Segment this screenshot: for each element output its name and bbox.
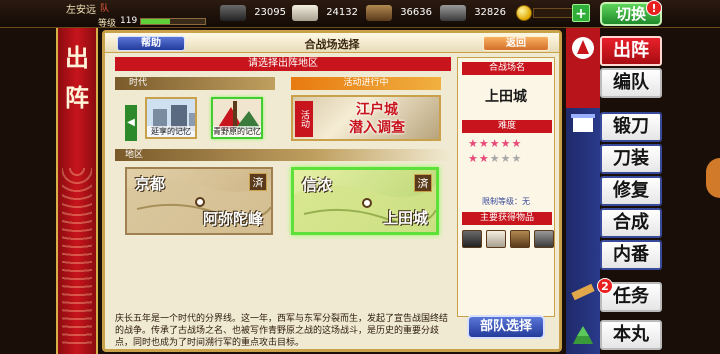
map-card-shinano[interactable]: 信浓 済 上田城 (291, 167, 439, 235)
exp-fill (141, 19, 170, 24)
steel-icon (292, 5, 318, 21)
era-caption: 青野原的记忆 (213, 126, 261, 137)
top-bar: 左安远 队 等级 119 23095 24132 36636 32826 + 切… (0, 0, 720, 29)
resource-value: 36636 (400, 7, 432, 18)
cooling-material-item-icon (510, 230, 530, 248)
star-filled-icon: ★ (468, 137, 479, 150)
whetstone-icon (440, 5, 466, 21)
resource-whetstone: 32826 (440, 4, 506, 24)
map-province: 信浓 (302, 176, 333, 194)
difficulty-header: 难度 (462, 120, 552, 133)
star-empty-icon: ★ (500, 152, 512, 165)
charcoal-icon (220, 5, 246, 21)
info-header: 合战场名 (462, 62, 552, 75)
level-limit: 限制等级：无 (482, 197, 530, 206)
missions-badge: 2 (597, 278, 613, 294)
back-button[interactable]: 返回 (483, 36, 549, 51)
help-button[interactable]: 帮助 (117, 36, 185, 51)
era-description: 庆长五年是一个时代的分界线。这一年，西军与东军分裂而生，发起了宣告战国终结的战争… (115, 314, 449, 348)
event-title: 江户城 潜入调查 (317, 101, 437, 137)
switch-alert-badge: ! (646, 0, 662, 16)
castle-icon (573, 326, 593, 344)
difficulty-stars-row2: ★★★★★ (468, 153, 548, 165)
resource-cooling: 36636 (366, 4, 432, 24)
era-section-label: 时代 (115, 77, 275, 90)
event-banner[interactable]: 活动 江户城 潜入调查 (291, 95, 441, 141)
event-tag: 活动 (295, 101, 313, 137)
cleared-badge: 済 (414, 174, 432, 192)
edge-tab-button[interactable] (706, 158, 720, 198)
event-section-label: 活动进行中 (291, 77, 441, 90)
era-caption: 延享的记忆 (147, 126, 195, 137)
sortie-banner: 出 阵 (56, 28, 98, 354)
side-strip (566, 28, 600, 354)
wave-pattern (62, 168, 92, 344)
panel-header: 合战场选择 帮助 返回 (105, 33, 559, 53)
exp-bar (140, 18, 206, 25)
event-title-line2: 潜入调查 (349, 120, 405, 136)
menu-citadel[interactable]: 本丸 (600, 320, 662, 350)
resource-value: 23095 (254, 7, 286, 18)
map-province: 京都 (135, 175, 166, 193)
castle-name: 上田城 (485, 89, 527, 105)
resource-steel: 24132 (292, 4, 358, 24)
squad-select-button[interactable]: 部队选择 (467, 315, 545, 339)
map-location: 阿弥陀峰 (202, 210, 263, 228)
scroll-icon (571, 283, 595, 301)
level-box: 等级 119 (98, 2, 214, 29)
menu-formation[interactable]: 编队 (600, 68, 662, 98)
battlefield-panel: 合战场选择 帮助 返回 请选择出阵地区 时代 活动进行中 ◀ 延享的记忆 青野原… (102, 30, 562, 352)
steel-item-icon (486, 230, 506, 248)
region-prompt: 请选择出阵地区 (115, 57, 451, 71)
star-empty-icon: ★ (489, 152, 501, 165)
star-filled-icon: ★ (500, 137, 512, 150)
whetstone-item-icon (534, 230, 554, 248)
era-card-selected[interactable]: 青野原的记忆 (211, 97, 263, 139)
star-filled-icon: ★ (478, 152, 490, 165)
items-header: 主要获得物品 (462, 212, 552, 225)
star-empty-icon: ★ (511, 152, 523, 165)
map-card-kyoto[interactable]: 京都 済 阿弥陀峰 (125, 167, 273, 235)
menu-sortie[interactable]: 出阵 (600, 36, 662, 66)
cleared-badge: 済 (249, 173, 267, 191)
level-label: 等级 (98, 19, 117, 29)
event-title-line1: 江户城 (356, 102, 398, 118)
koban-coin-icon (516, 5, 532, 21)
star-filled-icon: ★ (511, 137, 523, 150)
battlefield-info: 合战场名 上田城 难度 ★★★★★ ★★★★★ 限制等级：无 主要获得物品 (457, 57, 555, 317)
menu-repair[interactable]: 修复 (600, 176, 662, 206)
star-filled-icon: ★ (468, 152, 479, 165)
menu-fusion[interactable]: 合成 (600, 208, 662, 238)
map-location: 上田城 (382, 209, 428, 227)
resource-charcoal: 23095 (220, 4, 286, 24)
banner-char-1: 出 (65, 43, 89, 72)
coin-bar (533, 8, 573, 18)
add-coin-button[interactable]: + (572, 4, 590, 22)
era-prev-arrow[interactable]: ◀ (125, 105, 137, 141)
difficulty-stars-row1: ★★★★★ (468, 138, 548, 150)
resource-value: 32826 (474, 7, 506, 18)
menu-equipment[interactable]: 刀装 (600, 144, 662, 174)
map-point-icon (195, 197, 205, 207)
menu-internal-duty[interactable]: 内番 (600, 240, 662, 270)
banner-char-2: 阵 (65, 83, 89, 112)
menu-forge[interactable]: 锻刀 (600, 112, 662, 142)
area-section-label: 地区 (115, 149, 451, 161)
star-filled-icon: ★ (478, 137, 490, 150)
forge-icon (571, 114, 595, 132)
level-value: 119 (120, 16, 138, 26)
player-name: 左安远 (66, 5, 96, 16)
resource-value: 24132 (326, 7, 358, 18)
map-point-icon (362, 198, 372, 208)
charcoal-item-icon (462, 230, 482, 248)
era-card[interactable]: 延享的记忆 (145, 97, 197, 139)
flag-icon (572, 37, 594, 59)
cooling-material-icon (366, 5, 392, 21)
star-filled-icon: ★ (489, 137, 501, 150)
